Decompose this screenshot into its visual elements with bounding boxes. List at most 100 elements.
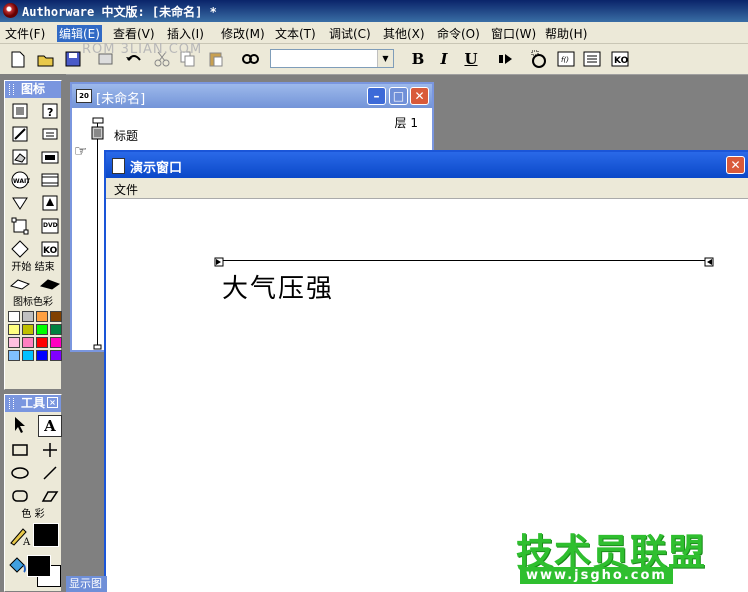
- icon-palette-title: 图标: [21, 82, 46, 96]
- tools-color-label: 色 彩: [21, 509, 45, 520]
- decision-icon[interactable]: [9, 239, 31, 259]
- paste-icon[interactable]: [206, 49, 226, 69]
- menu-other[interactable]: 其他(X): [383, 25, 425, 42]
- color-swatch[interactable]: [8, 311, 20, 322]
- font-style-combo[interactable]: ▼: [270, 49, 394, 68]
- text-margin-right-handle-icon[interactable]: [704, 256, 714, 270]
- color-swatch[interactable]: [8, 337, 20, 348]
- close-button[interactable]: ✕: [726, 156, 745, 174]
- line-color-swatch[interactable]: [33, 523, 59, 547]
- find-icon[interactable]: [240, 49, 260, 69]
- display-window-tab[interactable]: 显示图: [66, 576, 107, 592]
- color-swatch[interactable]: [8, 350, 20, 361]
- close-icon[interactable]: ×: [47, 397, 58, 408]
- menu-window[interactable]: 窗口(W): [491, 25, 536, 42]
- layer-indicator: 层 1: [394, 116, 418, 130]
- authorware-app-icon[interactable]: [3, 3, 18, 18]
- svg-text:f(): f(): [561, 56, 569, 64]
- polygon-tool-icon[interactable]: [39, 486, 61, 506]
- control-panel-icon[interactable]: [528, 49, 548, 69]
- italic-button[interactable]: I: [434, 49, 454, 69]
- menu-commands[interactable]: 命令(O): [437, 25, 480, 42]
- color-swatch[interactable]: [22, 324, 34, 335]
- color-swatch[interactable]: [36, 350, 48, 361]
- color-swatch[interactable]: [36, 324, 48, 335]
- color-swatch[interactable]: [22, 350, 34, 361]
- wait-question-icon[interactable]: ?: [39, 101, 61, 121]
- menu-help[interactable]: 帮助(H): [545, 25, 587, 42]
- color-swatch[interactable]: [50, 324, 62, 335]
- logo-url-text: www.jsgho.com: [520, 567, 673, 584]
- color-swatch[interactable]: [22, 311, 34, 322]
- app-title: Authorware 中文版: [未命名] *: [22, 5, 217, 19]
- map-icon[interactable]: [39, 147, 61, 167]
- diagonal-line-tool-icon[interactable]: [39, 463, 61, 483]
- menu-insert[interactable]: 插入(I): [167, 25, 204, 42]
- start-flag-icon[interactable]: [9, 274, 31, 294]
- pencil-color-icon[interactable]: A: [9, 525, 33, 550]
- menu-modify[interactable]: 修改(M): [221, 25, 265, 42]
- end-flag-icon[interactable]: [39, 274, 61, 294]
- menu-debug[interactable]: 调试(C): [329, 25, 371, 42]
- icon-palette-header[interactable]: 图标: [5, 81, 61, 98]
- motion-icon[interactable]: [9, 124, 31, 144]
- pointer-tool-icon[interactable]: [9, 415, 31, 435]
- presentation-text[interactable]: 大气压强: [222, 268, 334, 305]
- site-logo: 技术员联盟 www.jsgho.com: [516, 522, 708, 588]
- dvd-icon[interactable]: DVD: [39, 216, 61, 236]
- fill-bucket-icon[interactable]: [7, 555, 27, 580]
- rectangle-tool-icon[interactable]: [9, 440, 31, 460]
- save-all-icon[interactable]: [64, 49, 84, 69]
- left-palettes: 图标 ? WAIT DVD KO 开始 结束 图标色彩 工具 × A 色 彩 A: [0, 74, 66, 592]
- color-swatch[interactable]: [36, 311, 48, 322]
- minimize-button[interactable]: –: [367, 87, 386, 105]
- display-icon[interactable]: [91, 126, 104, 143]
- variables-icon[interactable]: [582, 49, 602, 69]
- flow-icon-title-label[interactable]: 标题: [114, 127, 138, 144]
- presentation-menu-file[interactable]: 文件: [114, 181, 138, 198]
- maximize-button[interactable]: □: [389, 87, 408, 105]
- flowline-doc-icon: 20: [76, 89, 92, 103]
- bold-button[interactable]: B: [408, 49, 428, 69]
- presentation-title-bar[interactable]: 演示窗口 ✕: [106, 152, 748, 178]
- menu-edit[interactable]: 编辑(E): [57, 25, 102, 42]
- run-icon[interactable]: [496, 49, 516, 69]
- sound-icon[interactable]: [39, 193, 61, 213]
- color-swatch[interactable]: [22, 337, 34, 348]
- menu-file[interactable]: 文件(F): [5, 25, 45, 42]
- text-tool-icon[interactable]: A: [38, 415, 62, 437]
- color-swatch[interactable]: [50, 337, 62, 348]
- menu-text[interactable]: 文本(T): [275, 25, 316, 42]
- flowline-end-marker-icon: [93, 340, 103, 354]
- new-file-icon[interactable]: [8, 49, 28, 69]
- underline-button[interactable]: U: [461, 49, 481, 69]
- crosshair-line-tool-icon[interactable]: [39, 440, 61, 460]
- color-swatch[interactable]: [50, 350, 62, 361]
- display-icon[interactable]: [9, 101, 31, 121]
- digital-movie-icon[interactable]: [39, 170, 61, 190]
- wait-icon[interactable]: WAIT: [9, 170, 31, 190]
- erase-icon[interactable]: [9, 147, 31, 167]
- text-box-ruler: [218, 260, 712, 261]
- svg-text:DVD: DVD: [43, 222, 58, 229]
- svg-text:A: A: [22, 537, 31, 547]
- ellipse-tool-icon[interactable]: [9, 463, 31, 483]
- menu-view[interactable]: 查看(V): [113, 25, 155, 42]
- framework-icon[interactable]: [9, 216, 31, 236]
- close-button[interactable]: ✕: [410, 87, 429, 105]
- flowline-title-bar[interactable]: 20 [未命名] – □ ✕: [72, 84, 432, 108]
- functions-icon[interactable]: f(): [556, 49, 576, 69]
- calculation-icon[interactable]: [39, 124, 61, 144]
- color-swatch[interactable]: [8, 324, 20, 335]
- color-swatch[interactable]: [50, 311, 62, 322]
- presentation-doc-icon: [112, 158, 125, 174]
- chevron-down-icon[interactable]: ▼: [377, 50, 393, 67]
- open-file-icon[interactable]: [36, 49, 56, 69]
- color-swatch[interactable]: [36, 337, 48, 348]
- ko-icon[interactable]: KO: [39, 239, 61, 259]
- foreground-color-swatch[interactable]: [27, 555, 51, 577]
- navigate-icon[interactable]: [9, 193, 31, 213]
- tools-palette-header[interactable]: 工具 ×: [5, 395, 61, 412]
- knowledge-objects-icon[interactable]: KO: [610, 49, 630, 69]
- rounded-rect-tool-icon[interactable]: [9, 486, 31, 506]
